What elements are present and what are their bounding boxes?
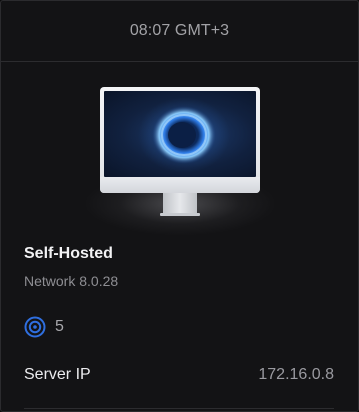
monitor-stand (163, 193, 197, 215)
device-image (86, 87, 274, 239)
monitor-screen (104, 91, 256, 177)
clients-count-value: 5 (55, 318, 64, 335)
server-ip-value: 172.16.0.8 (258, 366, 334, 383)
clock-bar: 08:07 GMT+3 (1, 1, 358, 62)
clients-count[interactable]: 5 (24, 315, 64, 339)
server-ip-label: Server IP (24, 366, 91, 383)
clock-time: 08:07 GMT+3 (129, 22, 230, 39)
monitor-foot (160, 213, 200, 216)
monitor-icon (100, 87, 260, 193)
screen-swirl-graphic (138, 97, 230, 173)
monitor-chin (100, 177, 260, 193)
server-ip-row: Server IP 172.16.0.8 (24, 363, 334, 387)
device-version: Network 8.0.28 (24, 273, 119, 289)
device-name: Self-Hosted (24, 245, 113, 262)
device-info-panel: 08:07 GMT+3 Self-Hosted Network 8.0.28 5… (0, 0, 359, 412)
wifi-clients-icon (24, 316, 46, 338)
divider (24, 408, 334, 409)
